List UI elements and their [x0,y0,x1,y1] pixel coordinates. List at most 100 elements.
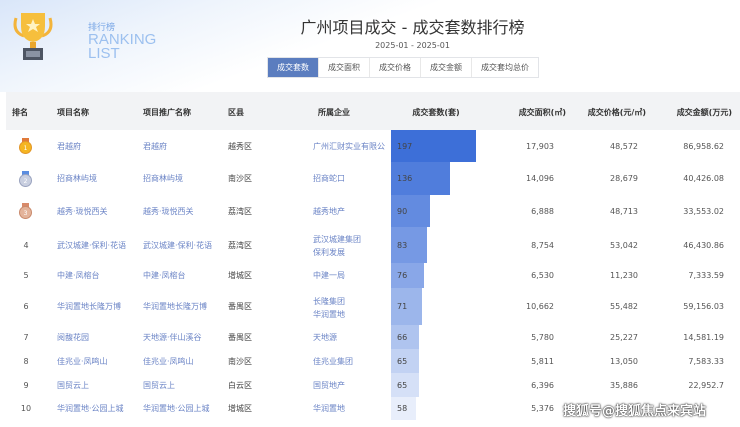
promo-name-link[interactable]: 招商林屿境 [143,173,223,184]
company-name[interactable]: 长隆集团 [313,296,385,307]
district: 荔湾区 [228,240,252,250]
table-row[interactable]: 1 君越府 君越府 越秀区 广州汇财实业有限公 197 17,903 48,572 86,958… [6,130,740,162]
column-header[interactable]: 项目名称 [57,107,89,118]
table-row[interactable]: 4 武汉城建·保利·花语 武汉城建·保利·花语 荔湾区 武汉城建集团 保利发展 83 8,75… [6,227,740,263]
district: 南沙区 [228,174,252,183]
area-value: 8,754 [531,240,554,250]
project-name-link[interactable]: 君越府 [57,141,137,152]
units-value: 76 [397,271,408,280]
column-header[interactable]: 项目推广名称 [143,107,191,118]
district: 增城区 [228,404,252,413]
svg-text:2: 2 [24,178,28,185]
table-row[interactable]: 6 华润置地长隆万博 华润置地长隆万博 番禺区 长隆集团 华润置地 71 10,662 55,4… [6,288,740,325]
table-row[interactable]: 2 招商林屿境 招商林屿境 南沙区 招商蛇口 136 14,096 28,679 40,426.… [6,162,740,195]
company-link[interactable]: 华润置地 [313,403,385,414]
district: 白云区 [228,380,252,390]
amount-value: 46,430.86 [683,240,724,250]
company-name[interactable]: 保利发展 [313,247,385,258]
tab-4[interactable]: 成交套均总价 [472,58,538,77]
units-bar: 83 [391,227,427,263]
units-bar: 58 [391,397,416,420]
price-value: 13,050 [610,356,638,366]
table-row[interactable]: 5 中建·凤榕台 中建·凤榕台 增城区 中建一局 76 6,530 11,230 7,333.5… [6,263,740,288]
company-name[interactable]: 华润置地 [313,309,385,320]
price-value: 55,482 [610,302,638,311]
area-value: 5,376 [531,404,554,413]
tab-0[interactable]: 成交套数 [268,58,319,77]
promo-name-link[interactable]: 华润置地长隆万博 [143,301,223,312]
rank-number: 7 [23,332,29,342]
units-value: 65 [397,380,408,390]
company-link[interactable]: 武汉城建集团 保利发展 [313,234,385,258]
project-name-link[interactable]: 武汉城建·保利·花语 [57,240,137,251]
project-name-link[interactable]: 华润置地·公园上城 [57,403,137,414]
table-row[interactable]: 7 阅馥花园 天地源·伴山溪谷 番禺区 天地源 66 5,780 25,227 14,581.1… [6,325,740,349]
price-value: 11,230 [610,271,638,280]
project-name-link[interactable]: 中建·凤榕台 [57,270,137,281]
company-link[interactable]: 天地源 [313,332,385,343]
rank-number: 9 [23,380,29,390]
units-value: 58 [397,404,408,413]
area-value: 5,811 [531,356,554,366]
project-name-link[interactable]: 国贸云上 [57,380,137,391]
column-header[interactable]: 成交价格(元/㎡) [566,107,646,118]
amount-value: 14,581.19 [683,332,724,342]
company-link[interactable]: 中建一局 [313,270,385,281]
units-bar: 65 [391,373,419,397]
promo-name-link[interactable]: 武汉城建·保利·花语 [143,240,223,251]
company-link[interactable]: 佳兆业集团 [313,356,385,367]
price-value: 53,042 [610,240,638,250]
units-bar: 136 [391,162,450,195]
svg-text:3: 3 [24,210,28,217]
rank-number: 10 [20,404,32,413]
column-header[interactable]: 所属企业 [318,107,350,118]
district: 番禺区 [228,332,252,342]
promo-name-link[interactable]: 中建·凤榕台 [143,270,223,281]
company-link[interactable]: 长隆集团 华润置地 [313,296,385,320]
table-row[interactable]: 8 佳兆业·凤鸣山 佳兆业·凤鸣山 南沙区 佳兆业集团 65 5,811 13,050 7,58… [6,349,740,373]
company-link[interactable]: 越秀地产 [313,206,385,217]
column-header[interactable]: 成交金额(万元) [652,107,732,118]
column-header[interactable]: 成交面积(㎡) [496,107,566,118]
column-header[interactable]: 成交套数(套) [391,107,481,118]
area-value: 6,396 [531,380,554,390]
units-value: 66 [397,332,408,342]
district: 番禺区 [228,302,252,311]
company-name[interactable]: 武汉城建集团 [313,234,385,245]
project-name-link[interactable]: 招商林屿境 [57,173,137,184]
area-value: 17,903 [526,141,554,151]
company-link[interactable]: 招商蛇口 [313,173,385,184]
promo-name-link[interactable]: 国贸云上 [143,380,223,391]
units-bar: 71 [391,288,422,325]
column-header[interactable]: 排名 [12,107,28,118]
amount-value: 86,958.62 [683,141,724,151]
tab-2[interactable]: 成交价格 [370,58,421,77]
company-link[interactable]: 国贸地产 [313,380,385,391]
promo-name-link[interactable]: 佳兆业·凤鸣山 [143,356,223,367]
project-name-link[interactable]: 华润置地长隆万博 [57,301,137,312]
tab-1[interactable]: 成交面积 [319,58,370,77]
units-bar: 197 [391,130,476,162]
promo-name-link[interactable]: 君越府 [143,141,223,152]
tab-bar: 成交套数 成交面积 成交价格 成交金额 成交套均总价 [267,57,539,78]
tab-3[interactable]: 成交金额 [421,58,472,77]
page-title: 广州项目成交 - 成交套数排行榜 [300,18,525,37]
amount-value: 40,426.08 [683,174,724,183]
project-name-link[interactable]: 佳兆业·凤鸣山 [57,356,137,367]
district: 南沙区 [228,356,252,366]
table-row[interactable]: 9 国贸云上 国贸云上 白云区 国贸地产 65 6,396 35,886 22,952.7 [6,373,740,397]
company-link[interactable]: 广州汇财实业有限公 [313,141,385,152]
units-value: 90 [397,206,408,216]
column-header[interactable]: 区县 [228,107,244,118]
units-value: 65 [397,356,408,366]
promo-name-link[interactable]: 天地源·伴山溪谷 [143,332,223,343]
project-name-link[interactable]: 阅馥花园 [57,332,137,343]
promo-name-link[interactable]: 华润置地·公园上城 [143,403,223,414]
units-bar: 65 [391,349,419,373]
project-name-link[interactable]: 越秀·珑悦西关 [57,206,137,217]
district: 荔湾区 [228,206,252,216]
district: 越秀区 [228,141,252,151]
price-value: 35,886 [610,380,638,390]
promo-name-link[interactable]: 越秀·珑悦西关 [143,206,223,217]
table-row[interactable]: 3 越秀·珑悦西关 越秀·珑悦西关 荔湾区 越秀地产 90 6,888 48,713 33,55… [6,195,740,227]
